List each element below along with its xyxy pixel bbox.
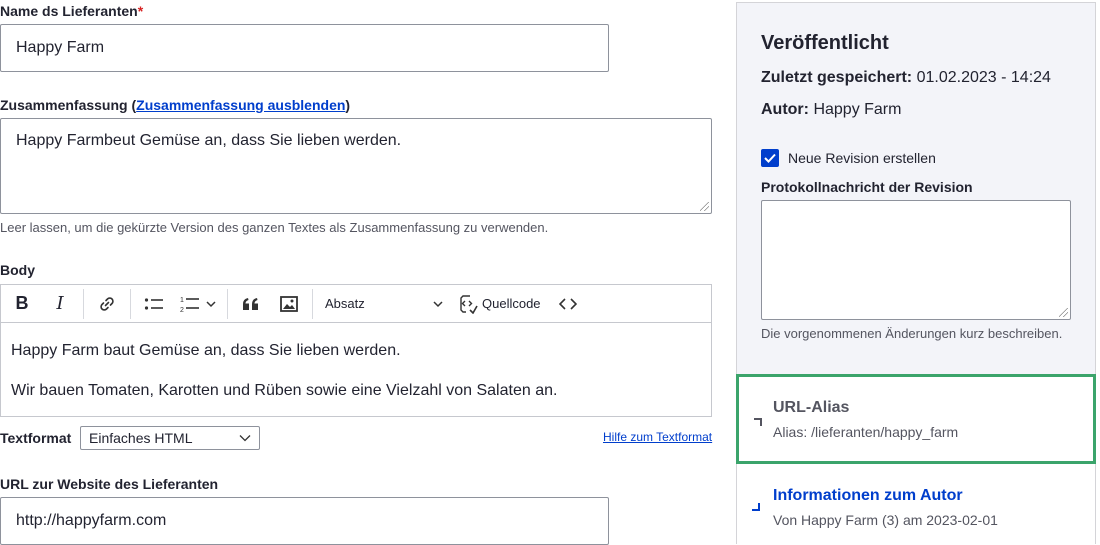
author-info-summary: Von Happy Farm (3) am 2023-02-01: [773, 512, 998, 528]
blockquote-button[interactable]: [234, 289, 268, 319]
website-value: http://happyfarm.com: [16, 512, 167, 529]
required-mark: *: [137, 3, 144, 19]
author: Autor: Happy Farm: [761, 101, 902, 118]
body-label: Body: [0, 262, 35, 278]
blockquote-icon: [243, 297, 258, 310]
toolbar-divider: [83, 288, 84, 319]
new-revision-row[interactable]: Neue Revision erstellen: [761, 149, 936, 167]
chevron-down-icon: [206, 300, 216, 307]
bulleted-list-icon: [144, 297, 163, 310]
new-revision-label: Neue Revision erstellen: [788, 150, 936, 166]
status-title: Veröffentlicht: [761, 32, 889, 54]
source-button-label: Quellcode: [482, 296, 541, 311]
svg-text:1: 1: [180, 297, 184, 304]
source-button[interactable]: Quellcode: [451, 289, 549, 319]
code-icon: [558, 297, 577, 310]
revision-log-description: Die vorgenommenen Änderungen kurz beschr…: [761, 326, 1063, 341]
insert-image-button[interactable]: [272, 289, 306, 319]
website-label: URL zur Website des Lieferanten: [0, 476, 219, 492]
collapse-corner-icon: [754, 418, 762, 426]
summary-textarea[interactable]: Happy Farmbeut Gemüse an, dass Sie liebe…: [0, 118, 712, 214]
code-button[interactable]: [551, 289, 585, 319]
author-info-title: Informationen zum Autor: [773, 487, 963, 504]
new-revision-checkbox[interactable]: [761, 149, 779, 167]
heading-select[interactable]: Absatz: [317, 289, 449, 319]
resize-handle-icon[interactable]: [700, 202, 709, 211]
link-button[interactable]: [90, 289, 124, 319]
body-editor[interactable]: Happy Farm baut Gemüse an, dass Sie lieb…: [0, 323, 712, 417]
revision-log-label: Protokollnachricht der Revision: [761, 179, 973, 195]
text-format-select[interactable]: Einfaches HTML: [80, 426, 260, 450]
editor-toolbar: B I 12 Absatz Quellcode: [0, 284, 712, 323]
url-alias-summary: Alias: /lieferanten/happy_farm: [773, 424, 959, 440]
supplier-name-input[interactable]: Happy Farm: [0, 24, 609, 72]
body-paragraph: Happy Farm baut Gemüse an, dass Sie lieb…: [11, 342, 401, 359]
expand-corner-icon: [752, 503, 760, 511]
link-icon: [100, 296, 114, 311]
toolbar-divider: [130, 288, 131, 319]
chevron-down-icon: [239, 435, 251, 442]
bold-icon: B: [15, 293, 29, 313]
resize-handle-icon[interactable]: [1059, 308, 1068, 317]
author-info-details[interactable]: Informationen zum Autor Von Happy Farm (…: [736, 464, 1096, 544]
numbered-list-icon: 12: [180, 297, 199, 313]
toolbar-divider: [227, 288, 228, 319]
summary-value: Happy Farmbeut Gemüse an, dass Sie liebe…: [16, 132, 402, 149]
chevron-down-icon: [433, 300, 443, 307]
body-paragraph: Wir bauen Tomaten, Karotten und Rüben so…: [11, 382, 558, 399]
last-saved: Zuletzt gespeichert: 01.02.2023 - 14:24: [761, 69, 1051, 86]
source-code-icon: [460, 294, 478, 314]
bulleted-list-button[interactable]: [137, 289, 171, 319]
text-format-value: Einfaches HTML: [89, 430, 193, 446]
text-format-label: Textformat: [0, 430, 72, 446]
checkmark-icon: [764, 153, 776, 163]
toolbar-divider: [312, 288, 313, 319]
summary-description: Leer lassen, um die gekürzte Version des…: [0, 220, 549, 235]
url-alias-title: URL-Alias: [773, 399, 850, 416]
supplier-name-value: Happy Farm: [16, 39, 105, 56]
italic-button[interactable]: I: [43, 289, 77, 319]
summary-label: Zusammenfassung (Zusammenfassung ausblen…: [0, 97, 351, 113]
svg-text:2: 2: [180, 307, 184, 313]
image-icon: [280, 295, 298, 312]
numbered-list-button[interactable]: 12: [175, 289, 221, 319]
heading-select-value: Absatz: [325, 296, 365, 311]
italic-icon: I: [56, 293, 64, 314]
bold-button[interactable]: B: [5, 289, 39, 319]
revision-log-textarea[interactable]: [761, 200, 1071, 320]
text-format-help-link[interactable]: Hilfe zum Textformat: [603, 430, 712, 444]
hide-summary-link[interactable]: Zusammenfassung ausblenden: [136, 97, 345, 113]
url-alias-details[interactable]: URL-Alias Alias: /lieferanten/happy_farm: [736, 374, 1096, 464]
supplier-name-label: Name ds Lieferanten*: [0, 3, 144, 19]
